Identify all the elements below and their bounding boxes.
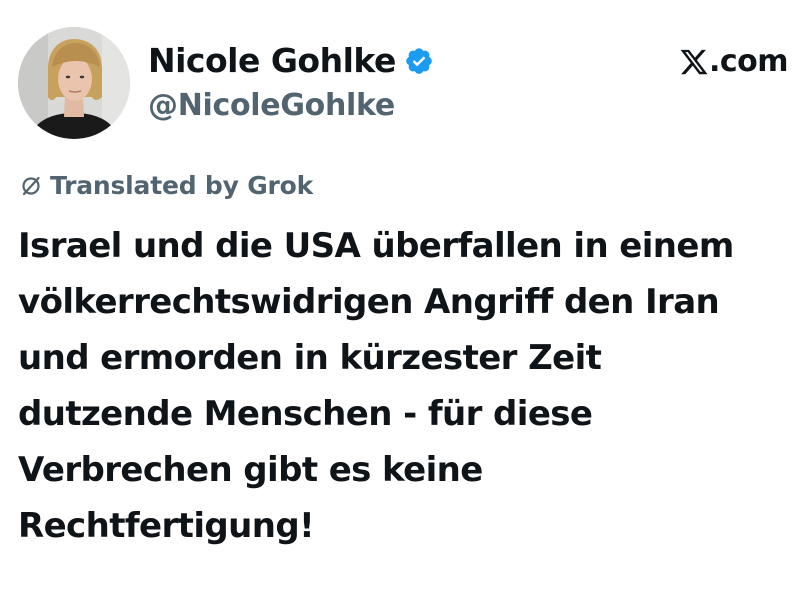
translation-label: Translated by Grok xyxy=(50,171,314,200)
avatar[interactable] xyxy=(18,27,130,139)
post-text-line: Israel und die USA überfallen in einem xyxy=(18,226,734,266)
x-logo-icon xyxy=(679,47,709,77)
post-card: Nicole Gohlke @NicoleGohlke .com Transla… xyxy=(0,0,806,592)
translation-notice[interactable]: Translated by Grok xyxy=(20,168,313,204)
author-display-name[interactable]: Nicole Gohlke xyxy=(148,40,396,82)
post-text-line: Verbrechen gibt es keine xyxy=(18,450,483,490)
post-text: Israel und die USA überfallen in einem v… xyxy=(18,218,798,554)
brand-logo: .com xyxy=(679,42,789,82)
verified-badge-icon[interactable] xyxy=(404,46,434,76)
brand-domain: .com xyxy=(708,44,789,79)
profile-photo xyxy=(18,27,130,139)
post-text-line: dutzende Menschen - für diese xyxy=(18,394,593,434)
author-name-row: Nicole Gohlke xyxy=(148,40,434,82)
post-text-line: Rechtfertigung! xyxy=(18,506,315,546)
author-handle[interactable]: @NicoleGohlke xyxy=(148,86,395,126)
grok-icon xyxy=(20,175,42,197)
post-text-line: völkerrechtswidrigen Angriff den Iran xyxy=(18,282,720,322)
post-text-line: und ermorden in kürzester Zeit xyxy=(18,338,602,378)
